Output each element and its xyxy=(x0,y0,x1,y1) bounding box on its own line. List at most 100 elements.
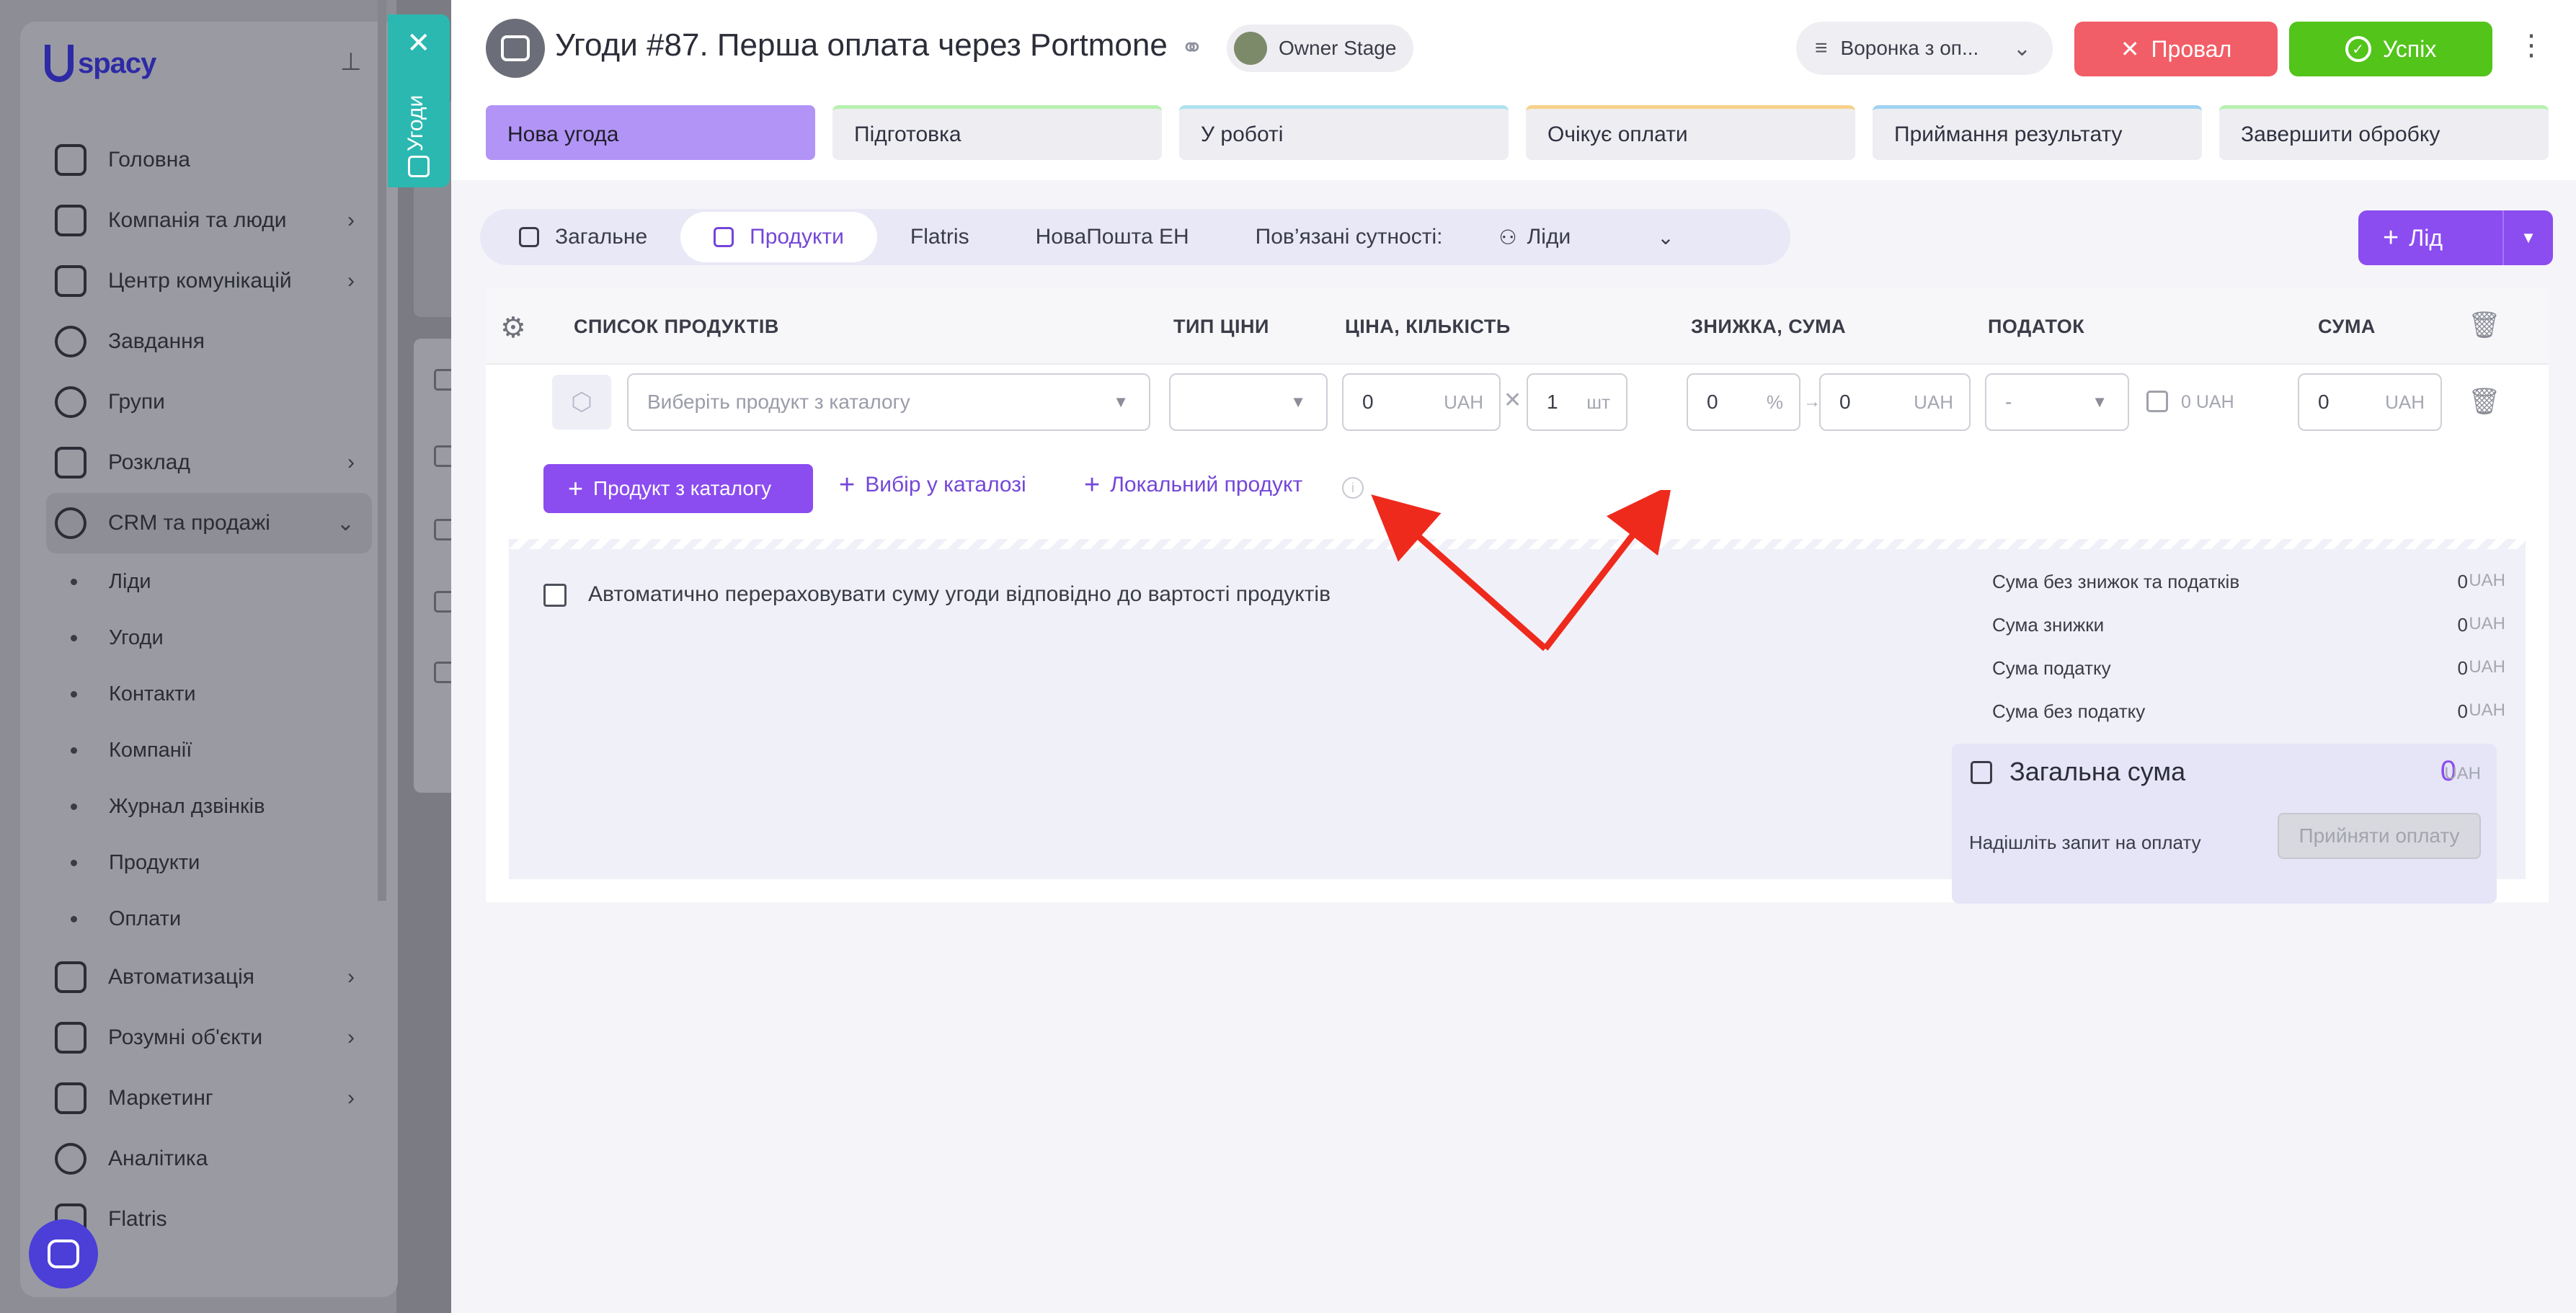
product-select[interactable]: Виберіть продукт з каталогу ▼ xyxy=(627,373,1150,431)
sidebar-item-home[interactable]: Головна xyxy=(55,130,372,190)
stage-finish[interactable]: Завершити обробку xyxy=(2219,105,2549,160)
owner-chip[interactable]: Owner Stage xyxy=(1227,25,1414,72)
checklist-icon xyxy=(1971,761,1992,784)
stage-preparation[interactable]: Підготовка xyxy=(832,105,1162,160)
tab-leads[interactable]: ⚇ Ліди xyxy=(1457,212,1604,262)
pin-icon[interactable]: ⊥ xyxy=(340,48,362,76)
annotation-arrows xyxy=(1371,490,1672,651)
close-icon[interactable]: ✕ xyxy=(407,29,431,58)
add-lead-button[interactable]: + Лід ▼ xyxy=(2358,210,2553,265)
plus-icon: + xyxy=(1084,470,1101,500)
total-sum-label: Загальна сума xyxy=(2009,757,2186,786)
deal-avatar-icon xyxy=(486,19,545,78)
sidebar-item-company[interactable]: Компанія та люди › xyxy=(55,190,372,251)
payment-request-link[interactable]: Надішліть запит на оплату xyxy=(1969,832,2201,854)
funnel-select[interactable]: ≡ Воронка з оп... ⌄ xyxy=(1796,22,2053,75)
price-type-select[interactable]: ▼ xyxy=(1169,373,1328,431)
auto-recalc-checkbox[interactable] xyxy=(543,584,567,607)
success-button[interactable]: ✓ Успіх xyxy=(2289,22,2492,76)
summary-row: Сума без податку 0 UAH xyxy=(1992,700,2505,722)
stage-new[interactable]: Нова угода xyxy=(486,105,815,160)
deal-panel: Угоди #87. Перша оплата через Portmone ⚭… xyxy=(451,0,2576,1313)
choose-in-catalog-button[interactable]: + Вибір у каталозі xyxy=(839,471,1026,499)
sidebar-item-crm[interactable]: CRM та продажі ⌄ xyxy=(46,493,372,553)
document-icon xyxy=(519,227,539,247)
deals-tab-label: Угоди xyxy=(404,94,427,151)
tab-novaposhta[interactable]: НоваПошта ЕН xyxy=(1003,212,1222,262)
chevron-down-icon: ⌄ xyxy=(2012,36,2031,61)
accept-payment-button[interactable]: Прийняти оплату xyxy=(2278,813,2481,859)
link-icon[interactable]: ⚭ xyxy=(1181,32,1204,64)
filter-icon: ≡ xyxy=(1815,36,1828,60)
deals-side-tab[interactable]: ✕ Угоди xyxy=(388,14,450,187)
sidebar-sub-payments[interactable]: Оплати xyxy=(55,891,372,947)
sum-input[interactable]: 0 UAH xyxy=(2298,373,2442,431)
discount-percent-input[interactable]: 0 % xyxy=(1687,373,1800,431)
sidebar-item-flatris[interactable]: Flatris xyxy=(55,1189,372,1250)
stage-awaiting-payment[interactable]: Очікує оплати xyxy=(1526,105,1855,160)
handshake-icon xyxy=(408,156,430,177)
fail-button[interactable]: ✕ Провал xyxy=(2074,22,2278,76)
sidebar-sub-calls[interactable]: Журнал дзвінків xyxy=(55,778,372,834)
sidebar-item-schedule[interactable]: Розклад › xyxy=(55,432,372,493)
logo-text: spacy xyxy=(78,47,156,79)
trash-icon[interactable]: 🗑 xyxy=(2468,386,2501,417)
sidebar-scrollbar[interactable] xyxy=(378,0,386,901)
sidebar-item-communications[interactable]: Центр комунікацій › xyxy=(55,251,372,311)
support-chat-button[interactable] xyxy=(29,1219,98,1288)
deal-tabs: Загальне Продукти Flatris НоваПошта ЕН П… xyxy=(480,209,1790,265)
tab-flatris[interactable]: Flatris xyxy=(877,212,1003,262)
sidebar-sub-companies[interactable]: Компанії xyxy=(55,722,372,778)
sidebar-sub-products[interactable]: Продукти xyxy=(55,834,372,891)
sidebar-sub-deals[interactable]: Угоди xyxy=(55,610,372,666)
more-menu-icon[interactable]: ⋮ xyxy=(2517,29,2546,62)
chevron-right-icon: › xyxy=(347,269,355,293)
megaphone-icon xyxy=(55,1082,86,1114)
sidebar-item-groups[interactable]: Групи xyxy=(55,372,372,432)
chevron-right-icon: › xyxy=(347,450,355,474)
user-icon: ⚇ xyxy=(1498,226,1517,249)
add-product-from-catalog-button[interactable]: + Продукт з каталогу xyxy=(543,464,813,513)
sidebar-item-marketing[interactable]: Маркетинг › xyxy=(55,1068,372,1129)
plus-icon: + xyxy=(2383,222,2399,253)
trash-icon[interactable]: 🗑 xyxy=(2468,310,2501,340)
sidebar-item-smart-objects[interactable]: Розумні об'єкти › xyxy=(55,1007,372,1068)
caret-down-icon: ▼ xyxy=(2092,393,2108,411)
gear-icon[interactable]: ⚙ xyxy=(500,311,526,344)
table-header: ⚙ СПИСОК ПРОДУКТІВ ТИП ЦІНИ ЦІНА, КІЛЬКІ… xyxy=(486,288,2549,365)
sidebar-item-automation[interactable]: Автоматизація › xyxy=(55,947,372,1007)
related-entities-label: Пов’язані сутності: xyxy=(1255,225,1443,249)
close-icon: ✕ xyxy=(2120,36,2140,62)
local-product-button[interactable]: + Локальний продукт xyxy=(1084,470,1302,500)
home-icon xyxy=(55,144,86,176)
summary-row: Сума податку 0 UAH xyxy=(1992,657,2505,679)
tab-products[interactable]: Продукти xyxy=(680,212,877,262)
check-circle-icon: ✓ xyxy=(2345,36,2371,62)
cube-icon: ⬡ xyxy=(552,375,611,429)
sidebar-sub-contacts[interactable]: Контакти xyxy=(55,666,372,722)
price-input[interactable]: 0 UAH xyxy=(1342,373,1501,431)
quantity-input[interactable]: 1 шт xyxy=(1527,373,1627,431)
caret-down-icon[interactable]: ▼ xyxy=(2502,210,2553,265)
sidebar-item-analytics[interactable]: Аналітика xyxy=(55,1129,372,1189)
tax-select[interactable]: - ▼ xyxy=(1985,373,2129,431)
tax-included-checkbox[interactable] xyxy=(2146,391,2168,412)
chevron-down-icon[interactable]: ⌄ xyxy=(1657,226,1674,249)
tab-general[interactable]: Загальне xyxy=(486,212,680,262)
stage-in-progress[interactable]: У роботі xyxy=(1179,105,1509,160)
app-sidebar: spacy ⊥ Головна Компанія та люди › Центр … xyxy=(0,0,398,1313)
arrow-to-local-product xyxy=(1542,490,1672,651)
deal-header: Угоди #87. Перша оплата через Portmone ⚭… xyxy=(451,0,2576,180)
caret-down-icon: ▼ xyxy=(1113,393,1129,411)
sidebar-sub-leads[interactable]: Ліди xyxy=(55,553,372,610)
chevron-down-icon: ⌄ xyxy=(336,511,355,535)
multiply-icon: ✕ xyxy=(1504,388,1522,412)
discount-sum-input[interactable]: 0 UAH xyxy=(1819,373,1971,431)
col-products: СПИСОК ПРОДУКТІВ xyxy=(574,316,779,337)
col-discount: ЗНИЖКА, СУМА xyxy=(1691,316,1847,337)
arrow-right-icon: → xyxy=(1803,392,1821,411)
sidebar-item-tasks[interactable]: Завдання xyxy=(55,311,372,372)
summary-row: Сума без знижок та податків 0 UAH xyxy=(1992,571,2505,592)
check-circle-icon xyxy=(55,326,86,357)
stage-acceptance[interactable]: Приймання результату xyxy=(1873,105,2202,160)
